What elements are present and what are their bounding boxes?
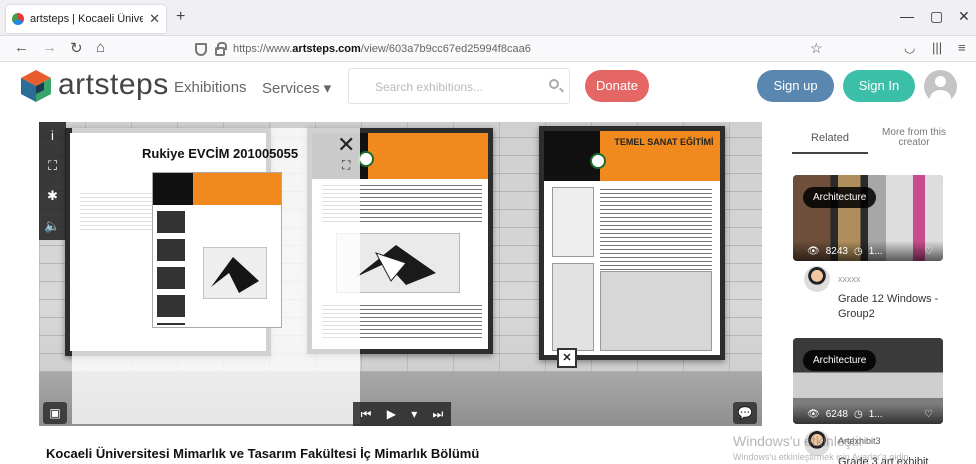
tab-title: artsteps | Kocaeli Üniversitesi M [30,13,144,25]
card-title[interactable]: Grade 12 Windows - Group2 [838,292,948,322]
artwork-title: Rukiye EVCİM 201005055 [142,146,299,161]
address-bar[interactable]: https://www. artsteps.com/view/603a7b9cc6… [185,38,825,60]
browser-nav-bar: ← → ↻ ⌂ https://www. artsteps.com/view/60… [0,36,976,62]
user-avatar-icon[interactable] [924,70,957,103]
search-input[interactable]: Search exhibitions... [348,68,570,104]
tab-close-icon[interactable]: ✕ [149,11,160,27]
artwork-preview[interactable] [152,172,282,328]
menu-icon[interactable]: ≡ [958,40,966,55]
preview-header-block [153,173,193,205]
fullscreen-icon[interactable]: ⛶ [39,152,66,180]
view-count: 8243 [825,245,848,257]
poster-logo-icon [589,153,606,169]
heart-icon[interactable]: ♡ [924,409,933,420]
url-domain: artsteps.com [292,43,361,55]
pocket-icon[interactable]: ◡ [904,40,915,56]
related-card[interactable]: Architecture 👁 8243 ◷ 1... ♡ [793,175,943,261]
activation-watermark: Windows'u etkinleştir [733,433,864,449]
browser-tab[interactable]: artsteps | Kocaeli Üniversitesi M ✕ [6,5,166,33]
exhibition-title: Kocaeli Üniversitesi Mimarlık ve Tasarım… [46,446,480,461]
browser-tab-bar: artsteps | Kocaeli Üniversitesi M ✕ + — … [0,0,976,36]
artwork-info-panel: Rukiye EVCİM 201005055 ✕ ⛶ [72,128,360,424]
creator-name[interactable]: xxxxx [838,274,861,284]
search-placeholder: Search exhibitions... [375,80,484,94]
card-extra: 1... [868,408,883,420]
preview-sculpture-image [203,247,267,299]
back-icon[interactable]: ← [14,39,29,56]
new-tab-icon[interactable]: + [176,8,185,26]
search-icon[interactable] [549,79,559,89]
poster-logo-icon [357,151,374,167]
mute-icon[interactable]: 🔈 [39,212,66,240]
expand-icon[interactable]: ⛶ [342,158,350,173]
forward-icon[interactable]: → [42,39,57,56]
card-stats: 👁 8243 ◷ 1... ♡ [793,241,943,261]
minimize-icon[interactable]: — [900,8,914,24]
model-photo [600,271,712,351]
url-prefix: https://www. [233,43,293,55]
eye-icon: 👁 [807,408,820,420]
bookmark-star-icon[interactable]: ☆ [810,40,823,57]
related-card[interactable]: Architecture 👁 6248 ◷ 1... ♡ [793,338,943,424]
category-badge[interactable]: Architecture [803,350,877,371]
artwork-frame-right[interactable]: TEMEL SANAT EĞİTİMİ [539,126,725,360]
category-badge[interactable]: Architecture [803,187,877,208]
lock-icon [215,41,227,56]
tab-more-from-creator[interactable]: More from this creator [876,128,952,148]
sketch-image [552,263,594,351]
poster-header-title: TEMEL SANAT EĞİTİMİ [614,137,714,147]
reload-icon[interactable]: ↻ [70,39,83,57]
logo-text[interactable]: artsteps [58,68,169,102]
sidebar-tabs: Related More from this creator [792,124,952,154]
close-mini-icon[interactable]: ✕ [557,348,577,368]
play-icon[interactable]: ▶ [387,407,396,421]
settings-icon[interactable]: ✱ [39,182,66,210]
preview-thumbnails [157,211,185,325]
vr-icon[interactable]: ▣ [43,402,67,424]
sketch-image [552,187,594,257]
card-stats: 👁 6248 ◷ 1... ♡ [793,404,943,424]
creator-avatar[interactable] [804,266,830,292]
nav-services[interactable]: Services ▾ [262,79,331,97]
tab-related[interactable]: Related [792,124,868,154]
card-extra: 1... [868,245,883,257]
viewer-toolbar: i ⛶ ✱ 🔈 [39,122,66,240]
dropdown-icon[interactable]: ▾ [411,407,417,421]
url-path: /view/603a7b9cc67ed25994f8caa6 [360,43,531,55]
sign-up-button[interactable]: Sign up [757,70,834,102]
home-icon[interactable]: ⌂ [96,39,105,56]
nav-exhibitions[interactable]: Exhibitions [174,79,247,96]
site-header: artsteps Exhibitions Services ▾ Search e… [0,62,976,110]
view-count: 6248 [825,408,848,420]
sign-in-button[interactable]: Sign In [843,70,915,102]
eye-icon: 👁 [807,245,820,257]
activation-watermark-sub: Windows'u etkinleştirmek için Ayarlar'a … [733,452,911,462]
donate-button[interactable]: Donate [585,70,649,102]
shield-icon [195,42,207,56]
poster-header: TEMEL SANAT EĞİTİMİ [544,131,720,181]
next-icon[interactable]: ⏭ [433,407,444,422]
chat-icon[interactable]: 💬 [733,402,757,424]
heart-icon[interactable]: ♡ [924,246,933,257]
close-window-icon[interactable]: ✕ [958,8,970,25]
tour-controls: ⏮ ▶ ▾ ⏭ [353,402,451,426]
library-icon[interactable]: ||| [932,40,942,55]
clock-icon: ◷ [853,408,863,420]
previous-icon[interactable]: ⏮ [361,407,372,422]
artsteps-favicon-icon [12,13,24,25]
restore-icon[interactable]: ▢ [930,8,943,25]
close-panel-icon[interactable]: ✕ [337,132,355,158]
artsteps-logo-icon[interactable] [18,68,54,104]
clock-icon: ◷ [853,245,863,257]
info-icon[interactable]: i [39,122,66,150]
preview-header [153,173,281,205]
exhibition-viewer[interactable]: TEMEL SANAT EĞİTİMİ i ⛶ ✱ 🔈 Rukiye EVCİM… [39,122,762,426]
